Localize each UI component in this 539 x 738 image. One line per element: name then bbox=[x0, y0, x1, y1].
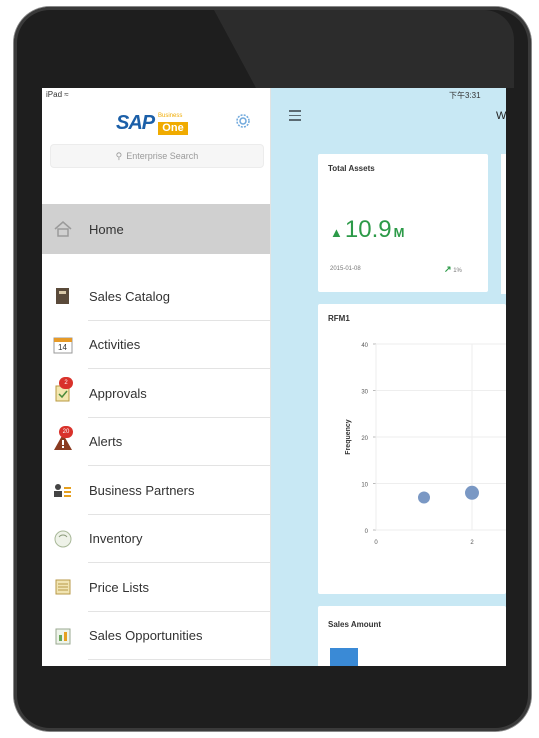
book-icon bbox=[53, 286, 73, 306]
sidebar-item-label: Alerts bbox=[89, 434, 123, 450]
partners-icon bbox=[53, 480, 73, 500]
sales-bar bbox=[330, 648, 358, 666]
sidebar-item-activities[interactable]: 14 Activities bbox=[42, 321, 270, 370]
search-input[interactable]: ⚲ Enterprise Search bbox=[50, 144, 264, 168]
alert-icon: 20 bbox=[53, 425, 73, 452]
sidebar: iPad ≈ SAP Business One ⚲ Enterprise Sea… bbox=[42, 88, 271, 666]
search-placeholder: Enterprise Search bbox=[126, 151, 199, 161]
x-tick-label: 0 bbox=[374, 540, 378, 546]
card-title: RFM1 bbox=[328, 314, 350, 323]
rfm-card[interactable]: RFM1 010203040024Frequency bbox=[318, 304, 506, 594]
sidebar-item-sales-opportunities[interactable]: Sales Opportunities bbox=[42, 612, 270, 661]
logo-product: One bbox=[158, 122, 188, 135]
sidebar-item-label: Home bbox=[89, 221, 124, 237]
alerts-badge: 20 bbox=[59, 425, 73, 438]
logo-brand: SAP bbox=[116, 112, 155, 134]
wifi-icon: ≈ bbox=[64, 90, 69, 99]
rfm-scatter-chart: 010203040024Frequency bbox=[345, 343, 506, 546]
hamburger-menu-icon[interactable] bbox=[289, 110, 301, 124]
status-device: iPad ≈ bbox=[46, 90, 69, 99]
device-screen: iPad ≈ SAP Business One ⚲ Enterprise Sea… bbox=[42, 88, 506, 666]
calendar-icon: 14 bbox=[53, 335, 73, 355]
sidebar-item-label: Business Partners bbox=[89, 482, 195, 498]
sidebar-item-label: Sales Opportunities bbox=[89, 628, 203, 644]
sidebar-item-business-partners[interactable]: Business Partners bbox=[42, 466, 270, 515]
kpi-number: 10.9 bbox=[344, 216, 392, 243]
total-assets-value: ▲ 10.9 M bbox=[330, 216, 404, 244]
y-tick-label: 0 bbox=[365, 529, 369, 535]
sales-amount-card[interactable]: Sales Amount bbox=[318, 606, 506, 666]
logo-tagline: Business bbox=[158, 113, 183, 119]
sidebar-item-price-lists[interactable]: Price Lists bbox=[42, 563, 270, 612]
sidebar-item-home[interactable]: Home bbox=[42, 204, 270, 254]
y-axis-label: Frequency bbox=[345, 419, 352, 455]
y-tick-label: 30 bbox=[361, 390, 368, 396]
device-label: iPad bbox=[46, 90, 63, 99]
status-time: 下午3:31 bbox=[449, 91, 481, 100]
inventory-icon bbox=[53, 529, 73, 549]
x-tick-label: 2 bbox=[470, 540, 474, 546]
search-icon: ⚲ bbox=[115, 150, 123, 161]
kpi-change: 1% bbox=[453, 268, 462, 274]
calendar-day: 14 bbox=[58, 342, 67, 352]
main-area: 下午3:31 We Total Assets ▲ 10.9 M 2015-01-… bbox=[271, 88, 506, 666]
welcome-text: We bbox=[496, 110, 506, 122]
approvals-badge: 2 bbox=[59, 377, 73, 390]
sidebar-item-label: Inventory bbox=[89, 531, 143, 547]
sidebar-item-alerts[interactable]: 20 Alerts bbox=[42, 418, 270, 467]
sidebar-item-inventory[interactable]: Inventory bbox=[42, 515, 270, 564]
sidebar-item-sales-catalog[interactable]: Sales Catalog bbox=[42, 272, 270, 321]
up-arrow-icon: ▲ bbox=[330, 225, 343, 240]
card-title: Sales Amount bbox=[328, 620, 382, 629]
y-tick-label: 40 bbox=[361, 343, 368, 349]
kpi-unit: M bbox=[393, 225, 405, 240]
approvals-icon: 2 bbox=[53, 377, 73, 403]
opportunities-icon bbox=[53, 626, 73, 646]
bezel-glare bbox=[214, 10, 514, 88]
sidebar-menu: Sales Catalog 14 Activities 2 Approvals bbox=[42, 272, 270, 660]
data-point bbox=[418, 491, 430, 504]
sidebar-item-approvals[interactable]: 2 Approvals bbox=[42, 369, 270, 418]
sap-logo: SAP Business One bbox=[116, 110, 190, 136]
card-title: Total Assets bbox=[328, 164, 375, 173]
kpi-trend: ↗ 1% bbox=[444, 264, 462, 275]
total-assets-card[interactable]: Total Assets ▲ 10.9 M 2015-01-08 ↗ 1% bbox=[318, 154, 488, 292]
data-point bbox=[465, 485, 479, 500]
price-list-icon bbox=[53, 577, 73, 597]
y-tick-label: 20 bbox=[361, 436, 368, 442]
trend-up-icon: ↗ bbox=[444, 264, 452, 274]
home-icon bbox=[53, 219, 73, 239]
sidebar-item-label: Approvals bbox=[89, 385, 147, 401]
kpi-date: 2015-01-08 bbox=[330, 266, 361, 272]
sidebar-item-label: Activities bbox=[89, 337, 141, 353]
y-tick-label: 10 bbox=[361, 483, 368, 489]
gear-icon[interactable] bbox=[234, 112, 252, 130]
sidebar-item-label: Price Lists bbox=[89, 579, 149, 595]
sidebar-item-label: Sales Catalog bbox=[89, 288, 170, 304]
next-card-edge bbox=[501, 154, 506, 294]
